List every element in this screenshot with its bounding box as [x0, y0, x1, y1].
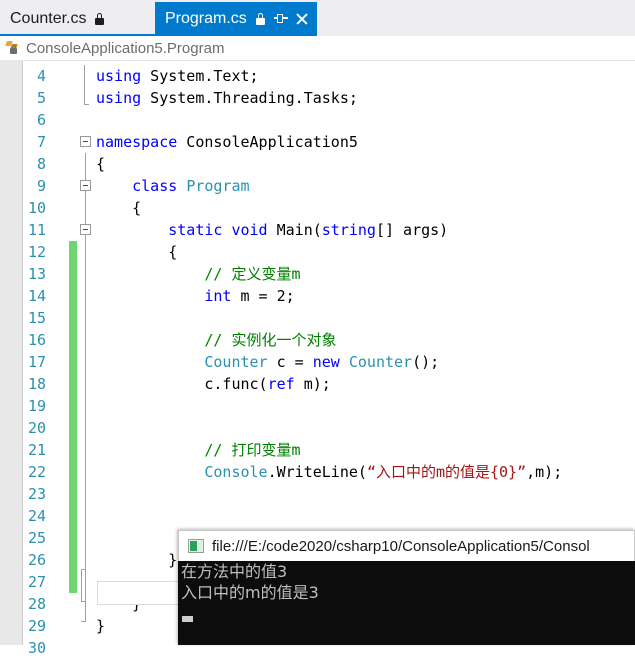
- change-indicator-bar: [69, 241, 77, 593]
- line-number: 25: [27, 529, 46, 547]
- line-number: 12: [27, 243, 46, 261]
- code-line[interactable]: using System.Threading.Tasks;: [96, 87, 358, 109]
- code-line[interactable]: }: [96, 549, 177, 571]
- code-line[interactable]: namespace ConsoleApplication5: [96, 131, 358, 153]
- line-number: 10: [27, 199, 46, 217]
- line-number: 30: [27, 639, 46, 657]
- tab-strip: Counter.cs Program.cs: [0, 0, 635, 36]
- lock-icon[interactable]: [254, 12, 267, 26]
- line-number: 6: [36, 111, 46, 129]
- line-number: 28: [27, 595, 46, 613]
- code-line[interactable]: class Program: [96, 175, 249, 197]
- line-number: 26: [27, 551, 46, 569]
- lock-icon[interactable]: [93, 12, 106, 26]
- console-app-icon: [188, 539, 204, 553]
- outlining-guide: [84, 65, 85, 105]
- fold-toggle[interactable]: [80, 180, 91, 191]
- console-output-line: 入口中的m的值是3: [181, 583, 319, 602]
- code-line[interactable]: // 打印变量m: [96, 439, 300, 461]
- tab-counter-cs-label: Counter.cs: [10, 10, 87, 27]
- pin-icon[interactable]: [273, 12, 288, 26]
- line-number: 24: [27, 507, 46, 525]
- line-number: 4: [36, 67, 46, 85]
- code-line[interactable]: }: [96, 615, 105, 637]
- breadcrumb-label: ConsoleApplication5.Program: [26, 39, 225, 57]
- outlining-guide: [81, 601, 86, 602]
- tab-counter-cs[interactable]: Counter.cs: [0, 2, 115, 36]
- line-number: 11: [27, 221, 46, 239]
- code-line[interactable]: {: [96, 241, 177, 263]
- line-number: 9: [36, 177, 46, 195]
- code-line[interactable]: int m = 2;: [96, 285, 294, 307]
- console-title-bar[interactable]: file:///E:/code2020/csharp10/ConsoleAppl…: [178, 530, 635, 561]
- line-number: 13: [27, 265, 46, 283]
- line-number: 21: [27, 441, 46, 459]
- fold-toggle[interactable]: [80, 224, 91, 235]
- code-line[interactable]: Console.WriteLine(“入口中的m的值是{0}”,m);: [96, 461, 562, 483]
- line-number: 27: [27, 573, 46, 591]
- line-number: 22: [27, 463, 46, 481]
- outlining-guide: [84, 104, 89, 105]
- line-number: 17: [27, 353, 46, 371]
- tab-program-cs-label: Program.cs: [165, 10, 247, 27]
- line-number: 18: [27, 375, 46, 393]
- outlining-guide: [81, 621, 86, 622]
- code-line[interactable]: // 实例化一个对象: [96, 329, 336, 351]
- line-number: 16: [27, 331, 46, 349]
- console-output: 在方法中的值3 入口中的m的值是3: [178, 561, 635, 645]
- line-number: 23: [27, 485, 46, 503]
- tab-program-cs[interactable]: Program.cs: [155, 2, 317, 36]
- console-title-text: file:///E:/code2020/csharp10/ConsoleAppl…: [212, 537, 590, 555]
- code-line[interactable]: {: [96, 197, 141, 219]
- line-number: 8: [36, 155, 46, 173]
- breadcrumb[interactable]: ConsoleApplication5.Program: [0, 36, 635, 61]
- console-window[interactable]: file:///E:/code2020/csharp10/ConsoleAppl…: [178, 530, 635, 645]
- code-line[interactable]: {: [96, 153, 105, 175]
- line-number: 20: [27, 419, 46, 437]
- line-number: 19: [27, 397, 46, 415]
- line-number: 15: [27, 309, 46, 327]
- line-number: 14: [27, 287, 46, 305]
- fold-toggle[interactable]: [80, 136, 91, 147]
- console-output-line: 在方法中的值3: [181, 562, 288, 581]
- code-line[interactable]: Counter c = new Counter();: [96, 351, 439, 373]
- method-icon: [5, 40, 22, 56]
- close-icon[interactable]: [295, 12, 309, 26]
- outlining-guide: [81, 569, 82, 601]
- code-line[interactable]: // 定义变量m: [96, 263, 300, 285]
- code-line[interactable]: static void Main(string[] args): [96, 219, 448, 241]
- console-cursor: [182, 616, 193, 622]
- line-number: 5: [36, 89, 46, 107]
- code-line[interactable]: using System.Text;: [96, 65, 259, 87]
- line-number: 7: [36, 133, 46, 151]
- code-line[interactable]: c.func(ref m);: [96, 373, 330, 395]
- line-number: 29: [27, 617, 46, 635]
